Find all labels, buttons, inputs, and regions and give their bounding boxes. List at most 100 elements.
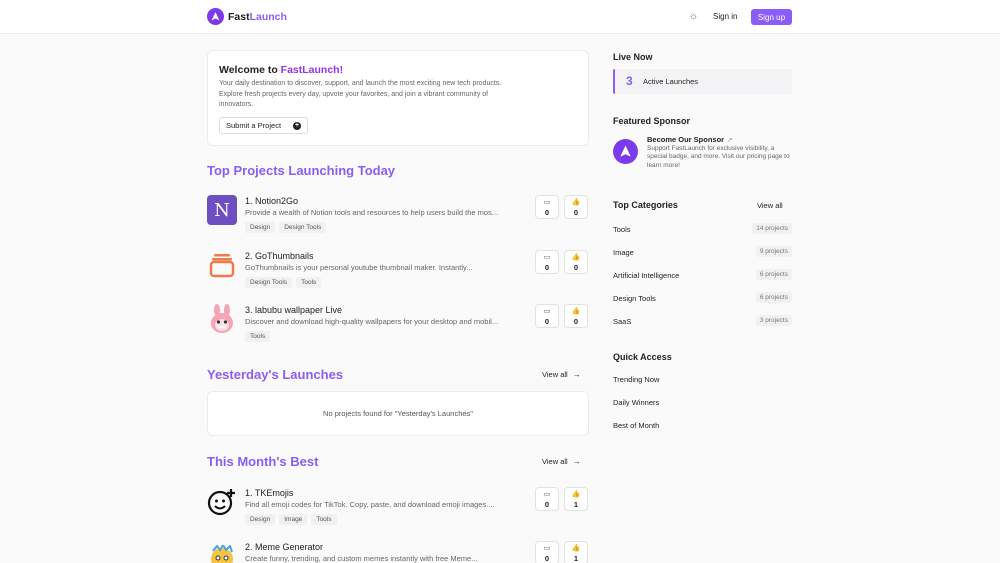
project-row[interactable]: 3. labubu wallpaper Live Discover and do… [207,304,589,348]
upvote-button[interactable]: 👍 1 [564,487,588,511]
tag[interactable]: Tools [296,277,322,288]
category-item[interactable]: Tools 14 projects [613,223,792,235]
upvote-button[interactable]: 👍 1 [564,541,588,563]
project-thumbnail-labubu [207,304,237,334]
project-row[interactable]: 2. GoThumbnails GoThumbnails is your per… [207,250,589,294]
welcome-title: Welcome to FastLaunch! [219,64,344,76]
project-tags: Tools [245,331,274,342]
welcome-card: Welcome to FastLaunch! Your daily destin… [207,50,589,146]
category-name: Design Tools [613,294,656,303]
project-tags: Design Image Tools [245,514,341,525]
live-label: Active Launches [643,77,699,86]
quick-link-trending[interactable]: Trending Now [613,375,659,384]
comment-button[interactable]: ▭ 0 [535,195,559,219]
category-count: 3 projects [755,315,792,326]
brand-logo[interactable]: FastLaunch [207,8,287,25]
project-name[interactable]: 1. Notion2Go [245,196,298,206]
project-row[interactable]: N 1. Notion2Go Provide a wealth of Notio… [207,195,589,239]
tag[interactable]: Design Tools [245,277,293,288]
comment-count: 0 [544,263,550,272]
upvote-button[interactable]: 👍 0 [564,250,588,274]
project-name[interactable]: 3. labubu wallpaper Live [245,305,342,315]
tag[interactable]: Design [245,514,276,525]
comment-count: 0 [544,500,550,509]
comment-button[interactable]: ▭ 0 [535,250,559,274]
submit-project-button[interactable]: Submit a Project + [219,117,308,134]
live-launches-card: 3 Active Launches [613,69,792,94]
project-thumbnail-gothumbnails [207,250,237,280]
tag[interactable]: Image [279,514,308,525]
project-name[interactable]: 1. TKEmojis [245,488,293,498]
comment-button[interactable]: ▭ 0 [535,541,559,563]
upvote-button[interactable]: 👍 0 [564,195,588,219]
brand-name: FastLaunch [228,10,287,23]
category-name: Artificial Intelligence [613,271,680,280]
sun-icon[interactable]: ☼ [688,11,699,22]
project-description: Find all emoji codes for TikTok. Copy, p… [245,500,495,509]
featured-sponsor-title: Featured Sponsor [613,116,691,126]
category-count: 9 projects [755,246,792,257]
categories-view-all-link[interactable]: View all [757,201,783,210]
view-all-yesterday-link[interactable]: View all → [542,370,581,379]
quick-link-daily-winners[interactable]: Daily Winners [613,398,659,407]
signup-button[interactable]: Sign up [751,9,792,25]
comment-icon: ▭ [543,491,551,498]
upvote-button[interactable]: 👍 0 [564,304,588,328]
project-name[interactable]: 2. GoThumbnails [245,251,314,261]
thumbs-up-icon: 👍 [571,545,581,552]
comment-icon: ▭ [543,308,551,315]
project-thumbnail-notion2go: N [207,195,237,225]
project-tags: Design Design Tools [245,222,330,233]
comment-count: 0 [544,554,550,563]
comment-icon: ▭ [543,199,551,206]
upvote-count: 0 [573,317,579,326]
external-link-icon: ↗ [727,137,733,144]
arrow-right-icon: → [572,370,581,379]
section-title-today: Top Projects Launching Today [207,163,396,178]
plus-circle-icon: + [293,122,301,130]
category-item[interactable]: Image 9 projects [613,246,792,258]
category-count: 14 projects [752,223,792,234]
comment-icon: ▭ [543,254,551,261]
section-title-yesterday: Yesterday's Launches [207,367,344,382]
project-row[interactable]: 1. TKEmojis Find all emoji codes for Tik… [207,487,589,531]
welcome-body: Your daily destination to discover, supp… [219,80,502,108]
category-item[interactable]: SaaS 3 projects [613,315,792,327]
view-all-month-link[interactable]: View all → [542,457,581,466]
view-all-label: View all [542,370,568,379]
category-name: SaaS [613,317,632,326]
empty-state: No projects found for "Yesterday's Launc… [207,391,589,436]
comment-count: 0 [544,317,550,326]
project-thumbnail-tkemojis [207,487,237,517]
sponsor-logo-icon[interactable] [613,139,638,164]
view-all-label: View all [542,457,568,466]
sponsor-name: Become Our Sponsor [647,135,725,144]
category-item[interactable]: Design Tools 6 projects [613,292,792,304]
sponsor-description: Support FastLaunch for exclusive visibil… [647,145,790,169]
rocket-logo-icon [207,8,224,25]
project-row[interactable]: 2. Meme Generator Create funny, trending… [207,541,589,563]
quick-access-title: Quick Access [613,352,672,362]
live-now-title: Live Now [613,52,653,62]
tag[interactable]: Tools [245,331,271,342]
comment-button[interactable]: ▭ 0 [535,487,559,511]
signin-link[interactable]: Sign in [713,12,737,21]
upvote-count: 0 [573,208,579,217]
category-count: 6 projects [755,292,792,303]
tag[interactable]: Design Tools [279,222,327,233]
project-thumbnail-meme-generator [207,541,237,563]
category-name: Tools [613,225,631,234]
project-name[interactable]: 2. Meme Generator [245,542,323,552]
thumbs-up-icon: 👍 [571,308,581,315]
section-title-month: This Month's Best [207,454,319,469]
top-header: FastLaunch ☼ Sign in Sign up [0,0,1000,34]
quick-link-best-of-month[interactable]: Best of Month [613,421,659,430]
project-description: Create funny, trending, and custom memes… [245,554,478,563]
category-item[interactable]: Artificial Intelligence 6 projects [613,269,792,281]
sponsor-link[interactable]: Become Our Sponsor ↗ [647,135,733,144]
comment-button[interactable]: ▭ 0 [535,304,559,328]
tag[interactable]: Design [245,222,276,233]
comment-count: 0 [544,208,550,217]
project-tags: Design Tools Tools [245,277,325,288]
tag[interactable]: Tools [311,514,337,525]
